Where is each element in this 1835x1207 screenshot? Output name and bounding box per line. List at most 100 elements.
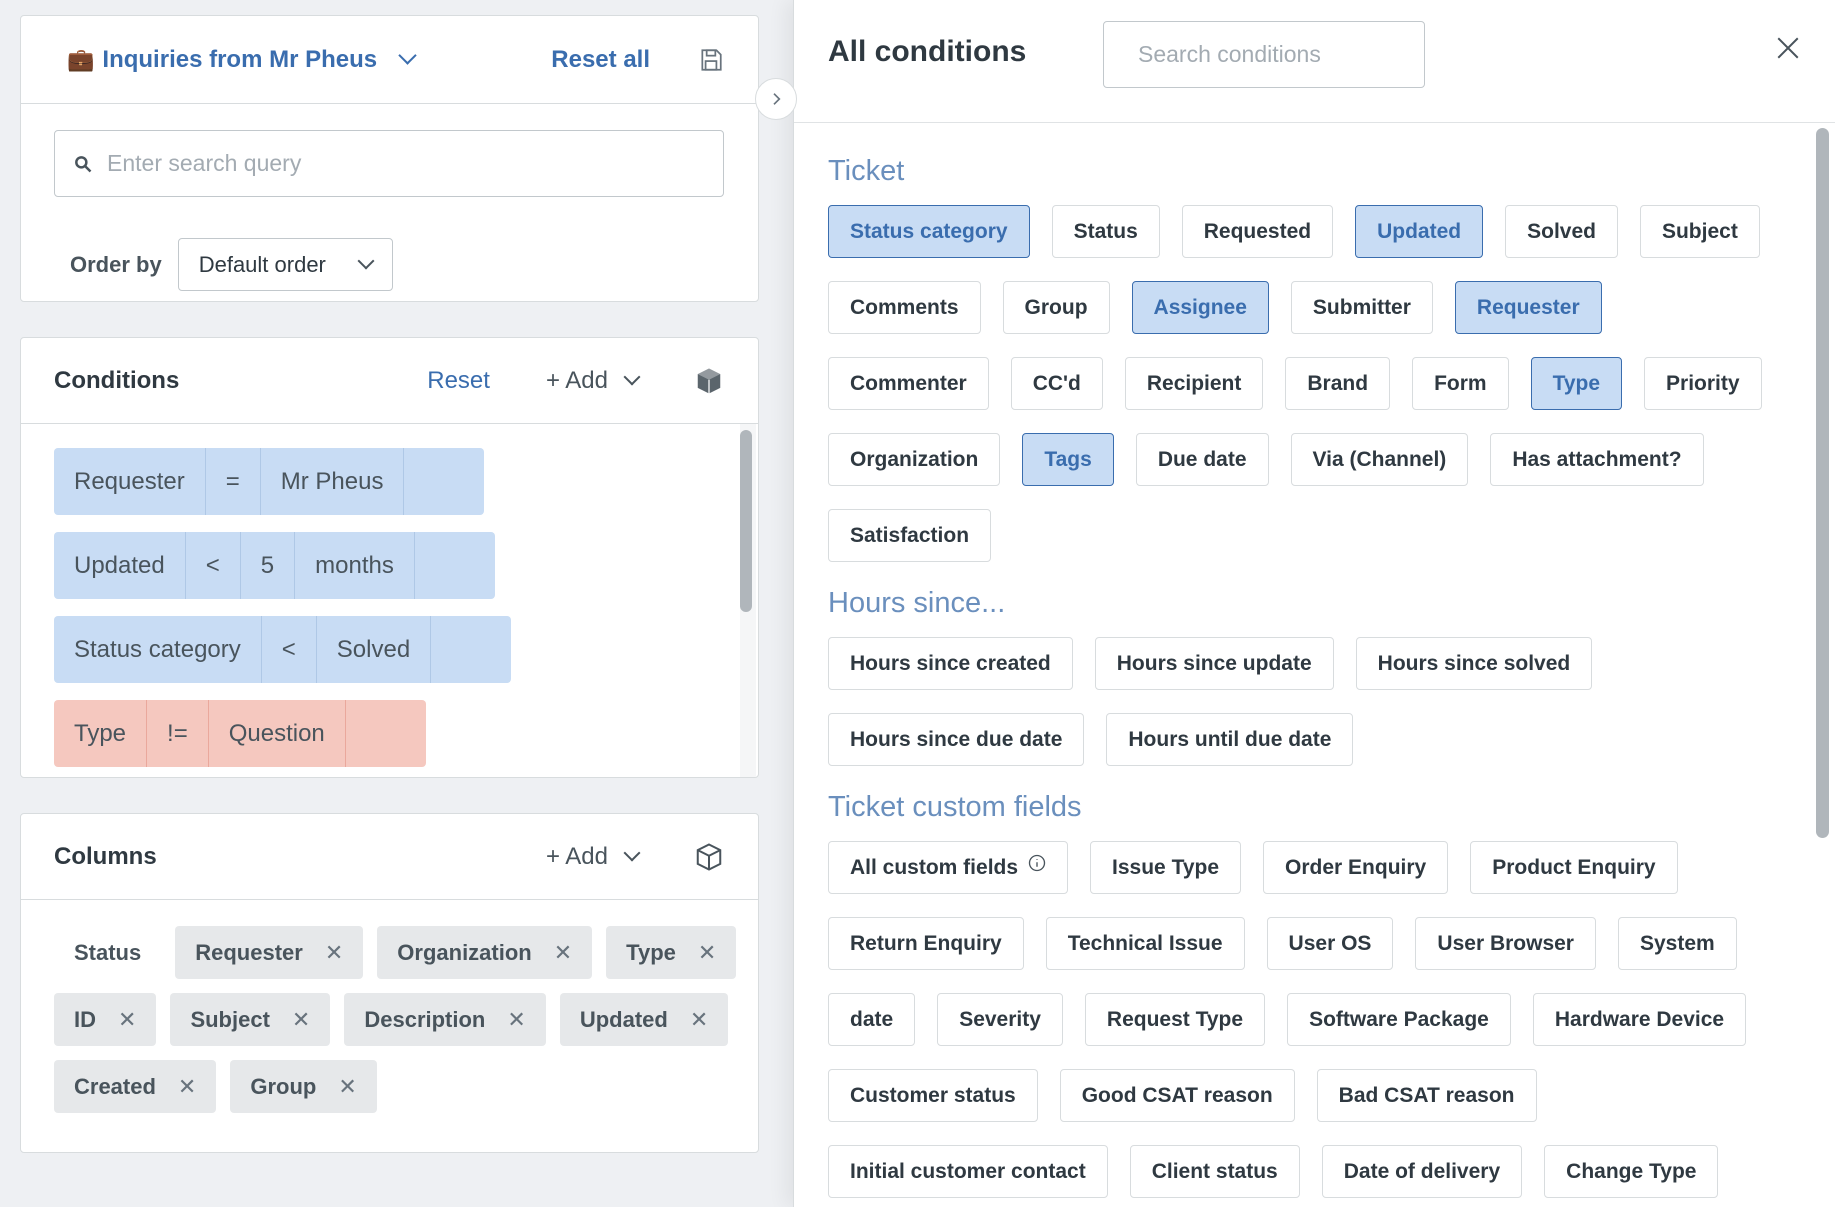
condition-chip[interactable]: Organization <box>828 433 1001 486</box>
condition-chip[interactable]: Technical Issue <box>1045 917 1245 970</box>
remove-condition-button[interactable] <box>431 616 512 683</box>
condition-chip[interactable]: Assignee <box>1131 281 1269 334</box>
condition-chip[interactable]: Bad CSAT reason <box>1316 1069 1537 1122</box>
condition-chip[interactable]: Hours since due date <box>828 713 1085 766</box>
condition-chip[interactable]: Group <box>1002 281 1110 334</box>
remove-condition-button[interactable] <box>345 700 426 767</box>
condition-chip[interactable]: Status category <box>828 205 1030 258</box>
condition-chip[interactable]: Status <box>1051 205 1160 258</box>
close-icon[interactable]: ✕ <box>507 1007 525 1033</box>
cube-outline-icon[interactable] <box>694 842 724 872</box>
condition-chip[interactable]: Requester <box>1454 281 1602 334</box>
column-tag[interactable]: Type ✕ <box>606 926 737 979</box>
condition-chip[interactable]: Request Type <box>1084 993 1266 1046</box>
cube-icon[interactable] <box>694 366 724 396</box>
condition-chip[interactable]: Via (Channel) <box>1290 433 1469 486</box>
columns-card: Columns + Add Status Requester ✕ Organizati… <box>20 813 759 1153</box>
condition-chip[interactable]: Return Enquiry <box>828 917 1024 970</box>
condition-pill[interactable]: Status category < Solved <box>54 616 512 683</box>
conditions-scrollbar[interactable] <box>740 430 752 612</box>
condition-chip-group: All custom fields Issue Type Order Enquiry… <box>828 841 1783 1198</box>
close-icon[interactable]: ✕ <box>178 1074 196 1100</box>
condition-chip[interactable]: Due date <box>1135 433 1269 486</box>
column-tag[interactable]: Created ✕ <box>54 1060 217 1113</box>
column-tag[interactable]: Updated ✕ <box>559 993 729 1046</box>
column-tag[interactable]: Requester ✕ <box>175 926 364 979</box>
condition-chip[interactable]: Type <box>1530 357 1623 410</box>
condition-chip[interactable]: Hardware Device <box>1532 993 1747 1046</box>
condition-chip[interactable]: Recipient <box>1124 357 1264 410</box>
chip-label: User Browser <box>1437 931 1574 955</box>
condition-chip[interactable]: Issue Type <box>1090 841 1242 894</box>
condition-chip[interactable]: Hours since update <box>1094 637 1334 690</box>
condition-pill[interactable]: Updated <5 months <box>54 532 495 599</box>
condition-operator: = <box>205 448 261 515</box>
condition-chip[interactable]: Date of delivery <box>1321 1145 1523 1198</box>
close-icon[interactable]: ✕ <box>338 1074 356 1100</box>
condition-chip[interactable]: All custom fields <box>828 841 1069 894</box>
condition-chip[interactable]: System <box>1617 917 1737 970</box>
condition-chip[interactable]: Good CSAT reason <box>1059 1069 1295 1122</box>
conditions-add-button[interactable]: + Add <box>546 367 641 395</box>
condition-chip[interactable]: Updated <box>1355 205 1484 258</box>
condition-chip[interactable]: Hours since created <box>828 637 1073 690</box>
all-conditions-header: All conditions <box>794 0 1835 123</box>
column-tag[interactable]: ID ✕ <box>54 993 157 1046</box>
remove-condition-button[interactable] <box>404 448 485 515</box>
info-icon[interactable] <box>1028 854 1046 872</box>
condition-pill[interactable]: Type != Question <box>54 700 426 767</box>
search-conditions-input[interactable] <box>1103 21 1425 88</box>
collapse-panel-button[interactable] <box>755 78 797 120</box>
condition-chip[interactable]: date <box>828 993 916 1046</box>
condition-chip[interactable]: Solved <box>1505 205 1618 258</box>
condition-chip[interactable]: Hours since solved <box>1355 637 1593 690</box>
condition-chip[interactable]: Severity <box>937 993 1063 1046</box>
search-input[interactable] <box>107 150 667 177</box>
chip-label: Submitter <box>1312 295 1411 319</box>
condition-chip[interactable]: Product Enquiry <box>1470 841 1678 894</box>
close-icon[interactable]: ✕ <box>690 1007 708 1033</box>
condition-chip[interactable]: Has attachment? <box>1490 433 1704 486</box>
save-icon[interactable] <box>698 47 724 73</box>
condition-chip[interactable]: Requested <box>1181 205 1334 258</box>
close-icon[interactable]: ✕ <box>325 940 343 966</box>
condition-chip[interactable]: Priority <box>1644 357 1762 410</box>
condition-chip[interactable]: Customer status <box>828 1069 1038 1122</box>
condition-pill[interactable]: Requester = Mr Pheus <box>54 448 485 515</box>
condition-chip[interactable]: User Browser <box>1415 917 1596 970</box>
column-tag[interactable]: Description ✕ <box>344 993 546 1046</box>
close-icon[interactable]: ✕ <box>118 1007 136 1033</box>
condition-chip[interactable]: CC'd <box>1010 357 1103 410</box>
close-icon[interactable] <box>1775 35 1801 61</box>
column-tag[interactable]: Organization ✕ <box>377 926 593 979</box>
close-icon[interactable]: ✕ <box>554 940 572 966</box>
reset-all-button[interactable]: Reset all <box>551 46 650 74</box>
condition-chip[interactable]: Software Package <box>1287 993 1511 1046</box>
conditions-reset-button[interactable]: Reset <box>427 367 490 395</box>
condition-chip[interactable]: Brand <box>1285 357 1391 410</box>
close-icon[interactable]: ✕ <box>698 940 716 966</box>
condition-chip[interactable]: User OS <box>1266 917 1394 970</box>
condition-chip[interactable]: Satisfaction <box>828 509 992 562</box>
all-conditions-scrollbar[interactable] <box>1816 128 1829 838</box>
chip-label: Status category <box>850 219 1008 243</box>
condition-chip[interactable]: Form <box>1412 357 1509 410</box>
order-by-select[interactable]: Default order <box>177 238 393 291</box>
condition-chip[interactable]: Subject <box>1639 205 1760 258</box>
search-query-field[interactable] <box>54 130 724 197</box>
condition-chip[interactable]: Change Type <box>1544 1145 1719 1198</box>
condition-chip[interactable]: Comments <box>828 281 981 334</box>
remove-condition-button[interactable] <box>414 532 495 599</box>
condition-chip[interactable]: Commenter <box>828 357 989 410</box>
condition-chip[interactable]: Tags <box>1022 433 1114 486</box>
condition-chip[interactable]: Order Enquiry <box>1263 841 1449 894</box>
view-title-dropdown[interactable]: 💼 Inquiries from Mr Pheus <box>67 46 417 74</box>
condition-chip[interactable]: Submitter <box>1290 281 1433 334</box>
condition-chip[interactable]: Client status <box>1129 1145 1300 1198</box>
close-icon[interactable]: ✕ <box>292 1007 310 1033</box>
column-tag[interactable]: Group ✕ <box>230 1060 377 1113</box>
condition-chip[interactable]: Hours until due date <box>1106 713 1354 766</box>
column-tag[interactable]: Subject ✕ <box>170 993 331 1046</box>
columns-add-button[interactable]: + Add <box>546 843 641 871</box>
condition-chip[interactable]: Initial customer contact <box>828 1145 1108 1198</box>
